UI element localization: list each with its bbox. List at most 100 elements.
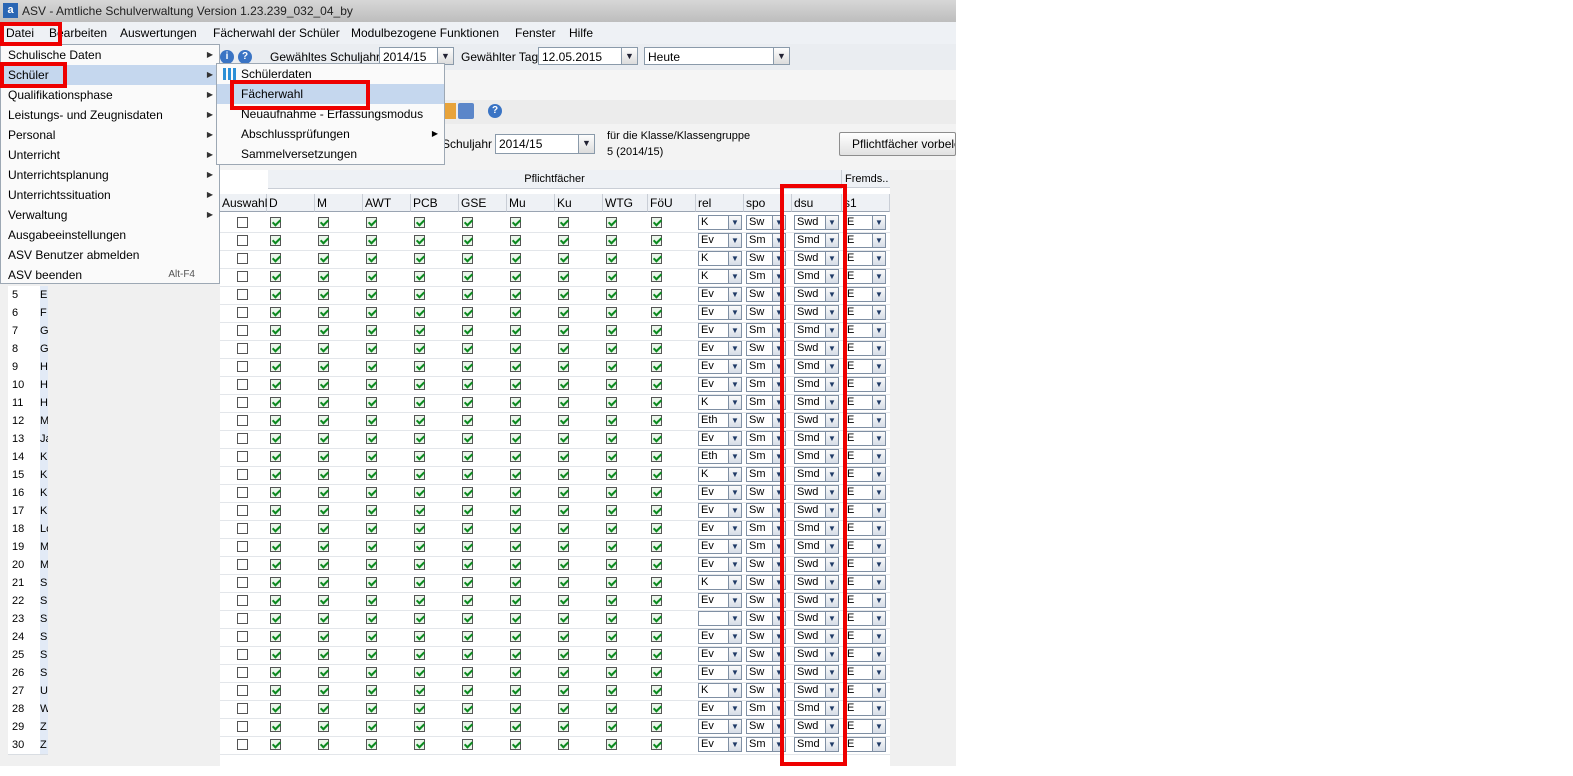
tag-date-field[interactable]: 12.05.2015 ▼ bbox=[538, 47, 638, 65]
subject-checkbox-pcb[interactable] bbox=[414, 487, 425, 498]
spo-select[interactable]: Sm ▼ bbox=[746, 701, 786, 716]
subject-checkbox-wtg[interactable] bbox=[606, 505, 617, 516]
subject-checkbox-m[interactable] bbox=[318, 595, 329, 606]
subject-checkbox-ku[interactable] bbox=[558, 649, 569, 660]
subject-checkbox-d[interactable] bbox=[270, 415, 281, 426]
subject-checkbox-wtg[interactable] bbox=[606, 739, 617, 750]
subject-checkbox-awt[interactable] bbox=[366, 235, 377, 246]
student-row[interactable]: 14 K bbox=[8, 448, 48, 467]
dsu-select[interactable]: Smd ▼ bbox=[794, 377, 839, 392]
auswahl-checkbox[interactable] bbox=[237, 289, 248, 300]
subject-checkbox-wtg[interactable] bbox=[606, 253, 617, 264]
subject-checkbox-wtg[interactable] bbox=[606, 415, 617, 426]
subject-checkbox-föu[interactable] bbox=[651, 541, 662, 552]
submenu-item[interactable]: Abschlussprüfungen ▶ bbox=[217, 124, 444, 144]
auswahl-checkbox[interactable] bbox=[237, 631, 248, 642]
subject-checkbox-föu[interactable] bbox=[651, 469, 662, 480]
subject-checkbox-pcb[interactable] bbox=[414, 469, 425, 480]
subject-checkbox-ku[interactable] bbox=[558, 415, 569, 426]
dsu-select[interactable]: Smd ▼ bbox=[794, 359, 839, 374]
s1-select[interactable]: E ▼ bbox=[844, 539, 886, 554]
subject-checkbox-pcb[interactable] bbox=[414, 577, 425, 588]
subject-checkbox-mu[interactable] bbox=[510, 253, 521, 264]
subject-checkbox-m[interactable] bbox=[318, 361, 329, 372]
dsu-select[interactable]: Swd ▼ bbox=[794, 629, 839, 644]
auswahl-checkbox[interactable] bbox=[237, 721, 248, 732]
dsu-select[interactable]: Swd ▼ bbox=[794, 719, 839, 734]
menu-modulbezogene-funktionen[interactable]: Modulbezogene Funktionen bbox=[351, 26, 499, 40]
subject-checkbox-wtg[interactable] bbox=[606, 325, 617, 336]
menu-auswertungen[interactable]: Auswertungen bbox=[120, 26, 197, 40]
column-header-s1[interactable]: s1 bbox=[842, 194, 890, 212]
dsu-select[interactable]: Smd ▼ bbox=[794, 269, 839, 284]
s1-select[interactable]: E ▼ bbox=[844, 269, 886, 284]
s1-select[interactable]: E ▼ bbox=[844, 431, 886, 446]
subject-checkbox-mu[interactable] bbox=[510, 649, 521, 660]
subject-checkbox-awt[interactable] bbox=[366, 721, 377, 732]
subject-checkbox-d[interactable] bbox=[270, 559, 281, 570]
subject-checkbox-föu[interactable] bbox=[651, 703, 662, 714]
subject-checkbox-awt[interactable] bbox=[366, 487, 377, 498]
dsu-select[interactable]: Swd ▼ bbox=[794, 683, 839, 698]
subject-checkbox-wtg[interactable] bbox=[606, 649, 617, 660]
subject-checkbox-föu[interactable] bbox=[651, 577, 662, 588]
subject-checkbox-awt[interactable] bbox=[366, 685, 377, 696]
subject-checkbox-mu[interactable] bbox=[510, 505, 521, 516]
s1-select[interactable]: E ▼ bbox=[844, 251, 886, 266]
subject-checkbox-awt[interactable] bbox=[366, 433, 377, 444]
menu-datei[interactable]: Datei bbox=[6, 26, 34, 40]
subject-checkbox-m[interactable] bbox=[318, 325, 329, 336]
s1-select[interactable]: E ▼ bbox=[844, 575, 886, 590]
subject-checkbox-m[interactable] bbox=[318, 631, 329, 642]
s1-select[interactable]: E ▼ bbox=[844, 467, 886, 482]
student-row[interactable]: 26 S bbox=[8, 664, 48, 683]
subject-checkbox-föu[interactable] bbox=[651, 685, 662, 696]
filter-schuljahr-combo[interactable]: 2014/15 ▼ bbox=[495, 134, 595, 154]
subject-checkbox-awt[interactable] bbox=[366, 325, 377, 336]
subject-checkbox-föu[interactable] bbox=[651, 667, 662, 678]
column-header-föu[interactable]: FöU bbox=[648, 194, 696, 212]
rel-select[interactable]: Ev ▼ bbox=[698, 377, 742, 392]
subject-checkbox-awt[interactable] bbox=[366, 217, 377, 228]
student-row[interactable]: 22 S bbox=[8, 592, 48, 611]
student-row[interactable]: 20 M bbox=[8, 556, 48, 575]
subject-checkbox-d[interactable] bbox=[270, 505, 281, 516]
student-row[interactable]: 21 S bbox=[8, 574, 48, 593]
subject-checkbox-m[interactable] bbox=[318, 721, 329, 732]
subject-checkbox-ku[interactable] bbox=[558, 325, 569, 336]
student-row[interactable]: 18 Lo bbox=[8, 520, 48, 539]
student-row[interactable]: 30 Z bbox=[8, 736, 48, 755]
subject-checkbox-mu[interactable] bbox=[510, 325, 521, 336]
subject-checkbox-pcb[interactable] bbox=[414, 649, 425, 660]
subject-checkbox-d[interactable] bbox=[270, 577, 281, 588]
chevron-down-icon[interactable]: ▼ bbox=[437, 48, 453, 64]
spo-select[interactable]: Sm ▼ bbox=[746, 539, 786, 554]
spo-select[interactable]: Sw ▼ bbox=[746, 215, 786, 230]
column-header-auswahl[interactable]: Auswahl bbox=[220, 194, 267, 212]
auswahl-checkbox[interactable] bbox=[237, 379, 248, 390]
subject-checkbox-awt[interactable] bbox=[366, 703, 377, 714]
subject-checkbox-gse[interactable] bbox=[462, 397, 473, 408]
subject-checkbox-föu[interactable] bbox=[651, 487, 662, 498]
subject-checkbox-föu[interactable] bbox=[651, 505, 662, 516]
subject-checkbox-gse[interactable] bbox=[462, 343, 473, 354]
subject-checkbox-mu[interactable] bbox=[510, 685, 521, 696]
column-header-wtg[interactable]: WTG bbox=[603, 194, 648, 212]
subject-checkbox-awt[interactable] bbox=[366, 253, 377, 264]
column-header-spo[interactable]: spo bbox=[744, 194, 792, 212]
dsu-select[interactable]: Swd ▼ bbox=[794, 593, 839, 608]
subject-checkbox-d[interactable] bbox=[270, 325, 281, 336]
auswahl-checkbox[interactable] bbox=[237, 703, 248, 714]
spo-select[interactable]: Sw ▼ bbox=[746, 629, 786, 644]
rel-select[interactable]: K ▼ bbox=[698, 575, 742, 590]
subject-checkbox-m[interactable] bbox=[318, 307, 329, 318]
spo-select[interactable]: Sw ▼ bbox=[746, 647, 786, 662]
rel-select[interactable]: Eth ▼ bbox=[698, 413, 742, 428]
subject-checkbox-awt[interactable] bbox=[366, 415, 377, 426]
subject-checkbox-pcb[interactable] bbox=[414, 685, 425, 696]
subject-checkbox-föu[interactable] bbox=[651, 343, 662, 354]
student-row[interactable]: 5E bbox=[8, 286, 48, 305]
subject-checkbox-föu[interactable] bbox=[651, 649, 662, 660]
student-row[interactable]: 17 K bbox=[8, 502, 48, 521]
subject-checkbox-awt[interactable] bbox=[366, 649, 377, 660]
